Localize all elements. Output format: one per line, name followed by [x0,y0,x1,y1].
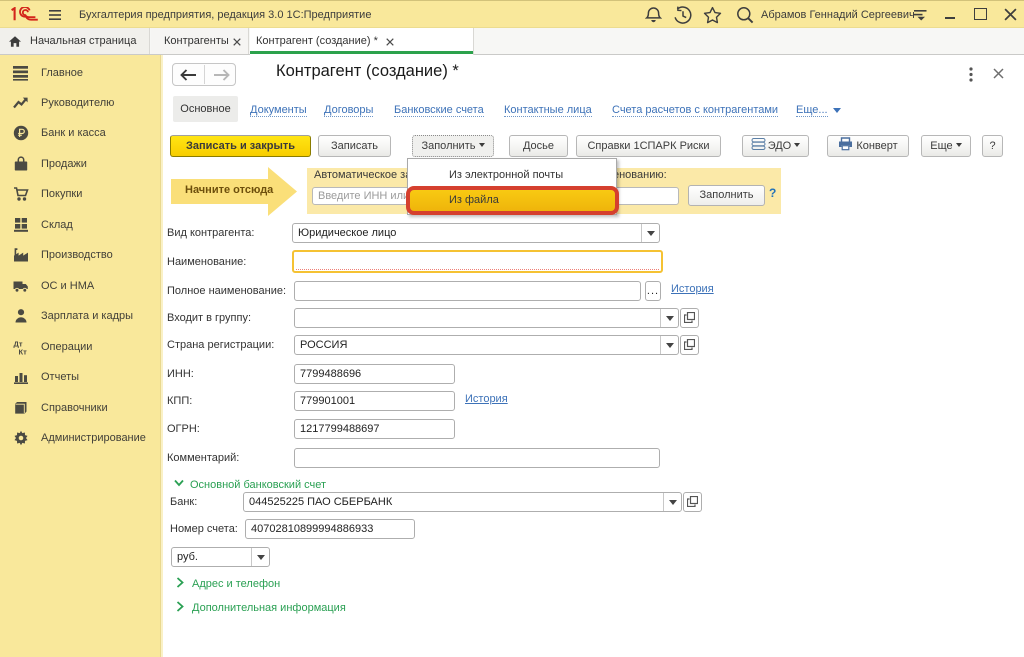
svg-text:Кт: Кт [19,347,28,355]
